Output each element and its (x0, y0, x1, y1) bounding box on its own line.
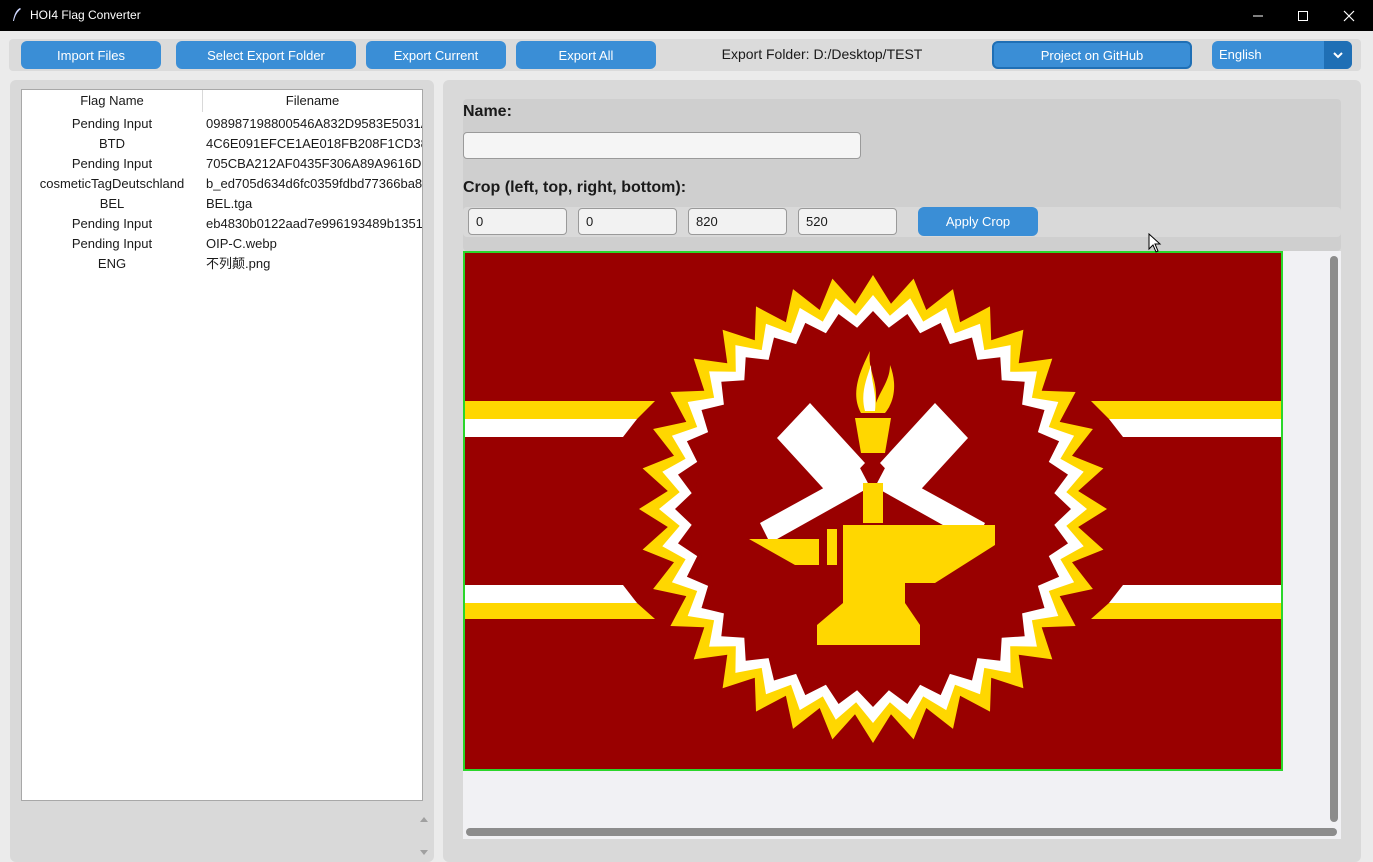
filename-column-header[interactable]: Filename (203, 90, 422, 112)
export-current-button[interactable]: Export Current (366, 41, 506, 69)
flag-name-cell: ENG (97, 256, 127, 271)
flag-name-cell: cosmeticTagDeutschland (39, 176, 185, 191)
filename-cell: 098987198800546A832D9583E5031A (206, 116, 422, 131)
select-export-folder-button[interactable]: Select Export Folder (176, 41, 356, 69)
horizontal-scroll-thumb[interactable] (466, 828, 1337, 836)
crop-top-input[interactable]: 0 (578, 208, 677, 235)
filename-cell: eb4830b0122aad7e996193489b1351 (206, 216, 422, 231)
maximize-icon (1298, 10, 1308, 21)
filename-cell: OIP-C.webp (206, 236, 277, 251)
export-all-button[interactable]: Export All (516, 41, 656, 69)
import-files-button[interactable]: Import Files (21, 41, 161, 69)
flag-name-cell: Pending Input (71, 236, 153, 251)
language-select[interactable]: English (1212, 41, 1352, 69)
scroll-up-icon (420, 817, 428, 822)
name-label: Name: (463, 103, 512, 120)
table-row[interactable]: ENG 不列颠.png (22, 254, 422, 274)
table-row[interactable]: BTD 4C6E091EFCE1AE018FB208F1CD3861 (22, 134, 422, 154)
flag-name-cell: BEL (99, 196, 125, 211)
flag-name-input[interactable] (463, 132, 861, 159)
list-scrollbar[interactable] (416, 810, 432, 860)
table-row[interactable]: BEL BEL.tga (22, 194, 422, 214)
crop-left-input[interactable]: 0 (468, 208, 567, 235)
table-row[interactable]: Pending Input OIP-C.webp (22, 234, 422, 254)
flag-file-table[interactable]: Flag Name Filename Pending Input 0989871… (21, 89, 423, 801)
language-value: English (1219, 47, 1262, 62)
maximize-button[interactable] (1280, 0, 1326, 31)
close-button[interactable] (1326, 0, 1372, 31)
vertical-scroll-thumb[interactable] (1330, 256, 1338, 822)
table-header: Flag Name Filename (22, 90, 422, 112)
filename-cell: 不列颠.png (206, 256, 271, 271)
flag-name-cell: BTD (99, 136, 125, 151)
minimize-button[interactable] (1235, 0, 1281, 31)
filename-cell: 4C6E091EFCE1AE018FB208F1CD3861 (206, 136, 422, 151)
crop-bottom-input[interactable]: 520 (798, 208, 897, 235)
flag-preview-image[interactable] (463, 251, 1283, 771)
title-bar: HOI4 Flag Converter (0, 0, 1373, 31)
feather-icon (13, 8, 21, 21)
github-project-button[interactable]: Project on GitHub (992, 41, 1192, 69)
table-row[interactable]: Pending Input eb4830b0122aad7e996193489b… (22, 214, 422, 234)
flag-name-cell: Pending Input (71, 116, 153, 131)
table-row[interactable]: cosmeticTagDeutschland b_ed705d634d6fc03… (22, 174, 422, 194)
flag-name-cell: Pending Input (71, 216, 153, 231)
export-folder-label: Export Folder: D:/Desktop/TEST (721, 46, 923, 62)
table-row[interactable]: Pending Input 098987198800546A832D9583E5… (22, 114, 422, 134)
minimize-icon (1253, 15, 1263, 16)
flag-name-cell: Pending Input (71, 156, 153, 171)
mouse-cursor-icon (1148, 233, 1162, 253)
flag-name-column-header[interactable]: Flag Name (22, 90, 203, 112)
scroll-down-icon (420, 850, 428, 855)
chevron-down-icon[interactable] (1324, 41, 1352, 69)
filename-cell: b_ed705d634d6fc0359fdbd77366ba8 (206, 176, 422, 191)
table-row[interactable]: Pending Input 705CBA212AF0435F306A89A961… (22, 154, 422, 174)
filename-cell: BEL.tga (206, 196, 253, 211)
apply-crop-button[interactable]: Apply Crop (918, 207, 1038, 236)
filename-cell: 705CBA212AF0435F306A89A9616DB0 (206, 156, 422, 171)
window-title: HOI4 Flag Converter (30, 8, 141, 22)
close-icon (1343, 10, 1355, 21)
crop-label: Crop (left, top, right, bottom): (463, 179, 687, 196)
anvil-hammer-flag-icon (465, 253, 1281, 769)
crop-right-input[interactable]: 820 (688, 208, 787, 235)
